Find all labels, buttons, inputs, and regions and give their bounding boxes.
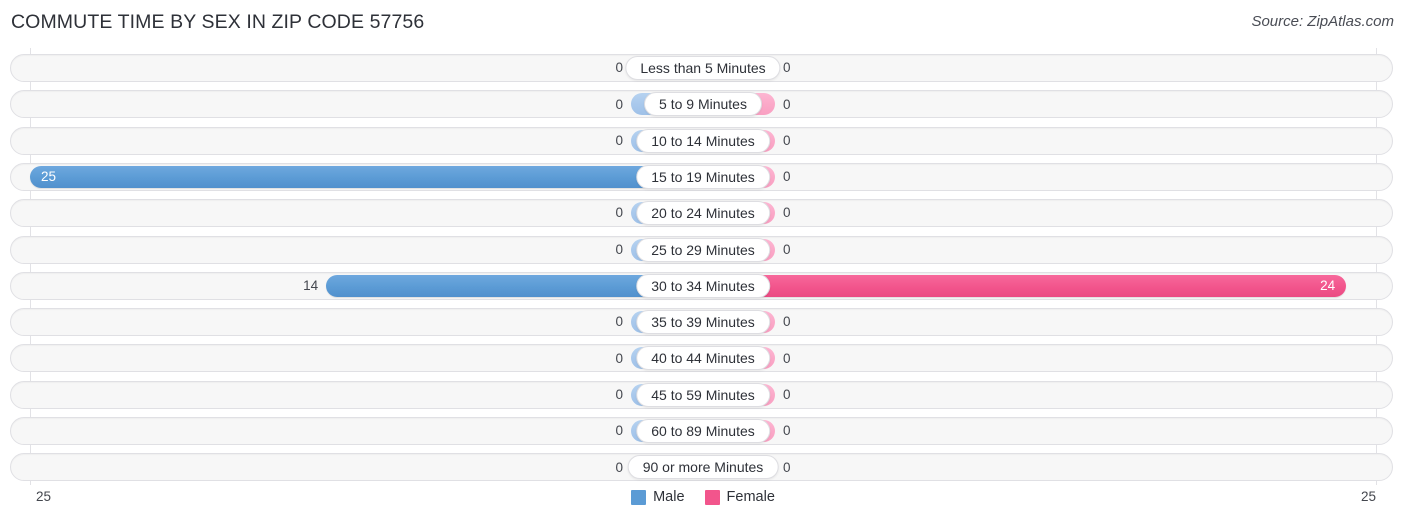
plot-area: 0 0 Less than 5 Minutes 0 0 5 to 9 Minutes 0 0 1… [0, 48, 1406, 485]
female-value-label: 0 [783, 205, 791, 221]
source-attribution: Source: ZipAtlas.com [1251, 13, 1394, 30]
male-value-label: 25 [41, 169, 57, 185]
legend-label: Female [726, 489, 775, 505]
female-bar: 24 [703, 274, 1347, 297]
male-bar: 25 [30, 165, 703, 188]
male-value-label: 0 [615, 96, 623, 112]
male-value-label: 0 [615, 205, 623, 221]
male-value-label: 0 [615, 132, 623, 148]
category-label: 90 or more Minutes [627, 455, 779, 480]
chart-footer: 25 25 Male Female [0, 485, 1406, 522]
male-value-label: 0 [615, 314, 623, 330]
male-value-label: 0 [615, 459, 623, 475]
female-value-label: 0 [783, 169, 791, 185]
chart-row: 0 0 25 to 29 Minutes [10, 235, 1393, 264]
legend-item-female[interactable]: Female [704, 489, 775, 505]
chart-row: 0 0 10 to 14 Minutes [10, 126, 1393, 155]
female-value-label: 0 [783, 314, 791, 330]
chart-row: 0 0 5 to 9 Minutes [10, 90, 1393, 119]
female-value-label: 0 [783, 241, 791, 257]
category-label: 15 to 19 Minutes [636, 164, 770, 189]
male-value-label: 0 [615, 386, 623, 402]
male-value-label: 0 [615, 350, 623, 366]
chart-row: 0 0 20 to 24 Minutes [10, 199, 1393, 228]
category-label: 45 to 59 Minutes [636, 382, 770, 407]
female-value-label: 0 [783, 459, 791, 475]
male-value-label: 0 [615, 241, 623, 257]
category-label: 35 to 39 Minutes [636, 310, 770, 335]
category-label: 10 to 14 Minutes [636, 128, 770, 153]
female-value-label: 0 [783, 423, 791, 439]
male-value-label: 14 [303, 278, 319, 294]
female-value-label: 0 [783, 350, 791, 366]
category-label: 25 to 29 Minutes [636, 237, 770, 262]
commute-time-by-sex-chart: COMMUTE TIME BY SEX IN ZIP CODE 57756 So… [0, 0, 1406, 522]
category-label: 20 to 24 Minutes [636, 201, 770, 226]
chart-row: 0 0 45 to 59 Minutes [10, 380, 1393, 409]
chart-row: 0 0 Less than 5 Minutes [10, 54, 1393, 82]
category-label: 40 to 44 Minutes [636, 346, 770, 371]
page-title: COMMUTE TIME BY SEX IN ZIP CODE 57756 [11, 11, 425, 33]
chart-row: 25 0 15 to 19 Minutes [10, 162, 1393, 191]
legend-swatch-icon [704, 489, 720, 505]
chart-legend: Male Female [0, 489, 1406, 505]
male-value-label: 0 [615, 423, 623, 439]
chart-row: 0 0 60 to 89 Minutes [10, 417, 1393, 445]
female-value-label: 24 [1320, 278, 1336, 294]
category-label: 30 to 34 Minutes [636, 273, 770, 298]
category-label: 5 to 9 Minutes [644, 92, 762, 117]
chart-row: 0 0 90 or more Minutes [10, 453, 1393, 482]
legend-swatch-icon [631, 489, 647, 505]
chart-row: 0 0 35 to 39 Minutes [10, 308, 1393, 337]
legend-item-male[interactable]: Male [631, 489, 685, 505]
chart-row: 14 24 30 to 34 Minutes [10, 271, 1393, 300]
legend-label: Male [653, 489, 685, 505]
female-value-label: 0 [783, 96, 791, 112]
female-value-label: 0 [783, 60, 791, 76]
category-label: Less than 5 Minutes [625, 56, 781, 80]
female-value-label: 0 [783, 132, 791, 148]
male-value-label: 0 [615, 60, 623, 76]
chart-row: 0 0 40 to 44 Minutes [10, 344, 1393, 373]
female-value-label: 0 [783, 386, 791, 402]
category-label: 60 to 89 Minutes [636, 419, 770, 443]
